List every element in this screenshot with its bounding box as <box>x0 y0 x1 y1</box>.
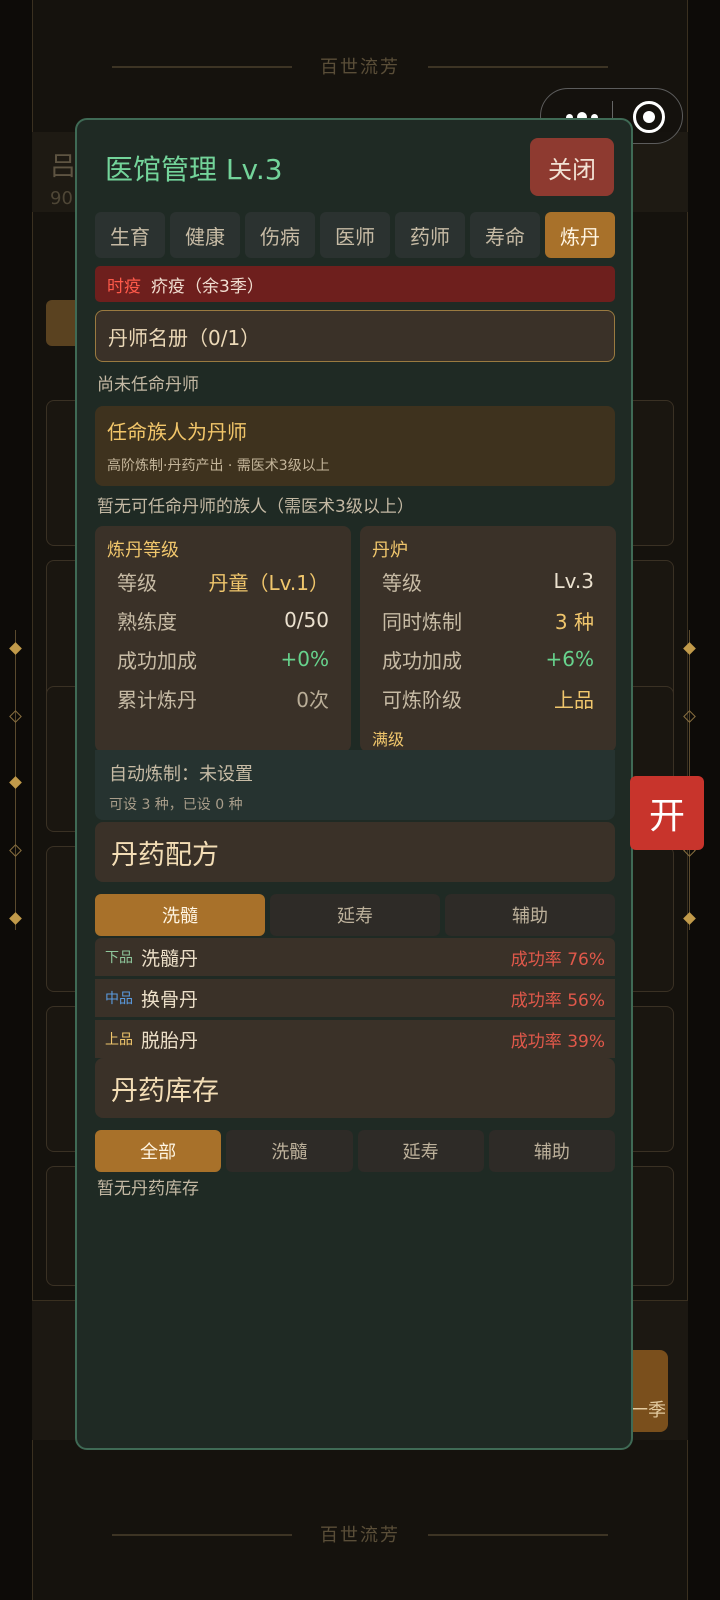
tab-birth[interactable]: 生育 <box>95 212 165 258</box>
open-side-button[interactable]: 开 <box>630 776 704 850</box>
inventory-tab-all[interactable]: 全部 <box>95 1130 222 1172</box>
furnace-max-label: 满级 <box>372 730 405 749</box>
recipe-name: 洗髓丹 <box>141 947 199 970</box>
record-circle-icon[interactable] <box>633 101 665 133</box>
recipe-success-rate: 成功率 39% <box>510 1031 605 1052</box>
inventory-tab-support[interactable]: 辅助 <box>488 1130 615 1172</box>
recipe-grade: 上品 <box>105 1032 133 1048</box>
furnace-title: 丹炉 <box>372 540 408 561</box>
modal-title: 医馆管理 Lv.3 <box>105 153 283 186</box>
recipe-name: 脱胎丹 <box>141 1029 199 1052</box>
auto-refine-settings[interactable]: 自动炼制：未设置 可设 3 种，已设 0 种 <box>95 750 615 820</box>
stat-value: 0次 <box>296 687 329 712</box>
stat-label: 可炼阶级 <box>382 687 462 712</box>
stat-value: 上品 <box>554 687 594 712</box>
stat-row: 累计炼丹 0次 <box>117 681 329 715</box>
alchemist-registry[interactable]: 丹师名册（0/1） <box>95 310 615 362</box>
epidemic-tag: 时疫 <box>107 276 141 297</box>
alchemy-level-panel: 炼丹等级 等级 丹童（Lv.1） 熟练度 0/50 成功加成 +0% 累计炼丹 … <box>95 526 351 752</box>
stat-row: 等级 Lv.3 <box>382 564 594 598</box>
stat-row: 可炼阶级 上品 <box>382 681 594 715</box>
left-ornament <box>9 630 22 930</box>
inventory-tab-marrow[interactable]: 洗髓 <box>226 1130 353 1172</box>
inventory-tabs: 全部 洗髓 延寿 辅助 <box>95 1130 615 1172</box>
diamond-outline-icon <box>9 844 22 857</box>
stat-value: 3 种 <box>554 609 594 634</box>
recipe-tab-marrow[interactable]: 洗髓 <box>95 894 265 936</box>
banner-line-left <box>112 66 292 68</box>
season-label: 一季 <box>630 1400 666 1421</box>
stat-value: 0/50 <box>284 608 329 632</box>
stat-row: 成功加成 +6% <box>382 642 594 676</box>
recipes-section-title: 丹药配方 <box>95 822 615 882</box>
banner-line-left <box>112 1534 292 1536</box>
stat-row: 同时炼制 3 种 <box>382 603 594 637</box>
banner-line-right <box>428 1534 608 1536</box>
auto-refine-desc: 可设 3 种，已设 0 种 <box>109 797 243 813</box>
furnace-panel: 丹炉 等级 Lv.3 同时炼制 3 种 成功加成 +6% 可炼阶级 上品 满级 <box>360 526 616 752</box>
diamond-icon <box>683 912 696 925</box>
banner-line-right <box>428 66 608 68</box>
stat-value: +0% <box>280 647 330 671</box>
stat-row: 等级 丹童（Lv.1） <box>117 564 329 598</box>
stat-value: Lv.3 <box>553 569 594 593</box>
recipe-success-rate: 成功率 56% <box>510 990 605 1011</box>
registry-empty-note: 尚未任命丹师 <box>97 375 199 395</box>
diamond-icon <box>9 776 22 789</box>
background-header-title: 吕 <box>50 152 77 182</box>
epidemic-text: 疥疫（余3季） <box>151 276 264 297</box>
recipe-grade: 下品 <box>105 950 133 966</box>
recipe-tab-support[interactable]: 辅助 <box>445 894 615 936</box>
background-header-sub: 90 <box>50 188 73 209</box>
recipe-item[interactable]: 中品 换骨丹 成功率 56% <box>95 979 615 1017</box>
tab-pharmacist[interactable]: 药师 <box>395 212 465 258</box>
appoint-note: 暂无可任命丹师的族人（需医术3级以上） <box>97 497 414 517</box>
tab-health[interactable]: 健康 <box>170 212 240 258</box>
epidemic-banner: 时疫 疥疫（余3季） <box>95 266 615 302</box>
diamond-outline-icon <box>9 710 22 723</box>
stat-label: 等级 <box>382 570 422 595</box>
stat-label: 成功加成 <box>117 648 197 673</box>
banner-text-bottom: 百世流芳 <box>310 1521 410 1547</box>
inventory-section-title: 丹药库存 <box>95 1058 615 1118</box>
tab-alchemy[interactable]: 炼丹 <box>545 212 615 258</box>
tab-physician[interactable]: 医师 <box>320 212 390 258</box>
recipe-success-rate: 成功率 76% <box>510 949 605 970</box>
stat-row: 成功加成 +0% <box>117 642 329 676</box>
tab-injury[interactable]: 伤病 <box>245 212 315 258</box>
banner-text-top: 百世流芳 <box>310 53 410 79</box>
diamond-icon <box>683 642 696 655</box>
tab-lifespan[interactable]: 寿命 <box>470 212 540 258</box>
management-tabs: 生育 健康 伤病 医师 药师 寿命 炼丹 <box>95 212 615 258</box>
inventory-tab-longevity[interactable]: 延寿 <box>357 1130 484 1172</box>
diamond-icon <box>9 912 22 925</box>
recipe-tabs: 洗髓 延寿 辅助 <box>95 894 615 936</box>
diamond-outline-icon <box>683 710 696 723</box>
recipe-grade: 中品 <box>105 991 133 1007</box>
recipe-name: 换骨丹 <box>141 988 199 1011</box>
appoint-desc: 高阶炼制·丹药产出 · 需医术3级以上 <box>107 458 330 474</box>
recipe-item[interactable]: 下品 洗髓丹 成功率 76% <box>95 938 615 976</box>
stat-label: 等级 <box>117 570 157 595</box>
diamond-icon <box>9 642 22 655</box>
stat-label: 熟练度 <box>117 609 177 634</box>
appoint-title: 任命族人为丹师 <box>107 420 247 444</box>
alchemy-level-title: 炼丹等级 <box>107 540 179 561</box>
stat-label: 累计炼丹 <box>117 687 197 712</box>
stat-value: +6% <box>545 647 595 671</box>
stat-row: 熟练度 0/50 <box>117 603 329 637</box>
recipe-item[interactable]: 上品 脱胎丹 成功率 39% <box>95 1020 615 1058</box>
inventory-empty-note: 暂无丹药库存 <box>97 1179 199 1199</box>
bottom-banner: 百世流芳 <box>32 1468 688 1600</box>
appoint-alchemist-button[interactable]: 任命族人为丹师 高阶炼制·丹药产出 · 需医术3级以上 <box>95 406 615 486</box>
close-button[interactable]: 关闭 <box>530 138 614 196</box>
stat-label: 同时炼制 <box>382 609 462 634</box>
clinic-management-modal: 医馆管理 Lv.3 关闭 生育 健康 伤病 医师 药师 寿命 炼丹 时疫 疥疫（… <box>75 118 633 1450</box>
stat-label: 成功加成 <box>382 648 462 673</box>
auto-refine-title: 自动炼制：未设置 <box>109 764 253 785</box>
stat-value: 丹童（Lv.1） <box>208 570 329 595</box>
recipe-tab-longevity[interactable]: 延寿 <box>270 894 440 936</box>
